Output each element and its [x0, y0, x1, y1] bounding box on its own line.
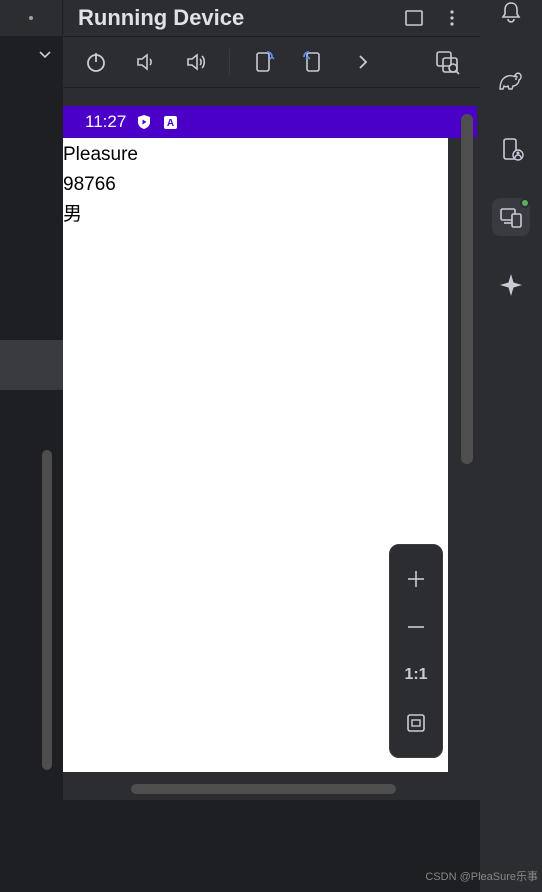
gradle-icon[interactable] — [492, 62, 530, 100]
zoom-in-button[interactable] — [399, 562, 433, 596]
keyboard-a-icon: A — [162, 114, 178, 130]
android-status-bar: 11:27 A — [63, 106, 477, 138]
zoom-panel: 1:1 — [389, 544, 443, 758]
svg-text:A: A — [167, 118, 174, 129]
shield-play-icon — [136, 114, 152, 130]
zoom-fit-button[interactable] — [399, 706, 433, 740]
volume-up-icon[interactable] — [183, 49, 209, 75]
chevron-down-icon[interactable] — [37, 46, 53, 62]
chevron-right-icon[interactable] — [350, 49, 376, 75]
device-screen: 11:27 A Pleasure 98766 男 1:1 — [63, 106, 477, 772]
running-devices-panel: Running Device — [63, 0, 480, 800]
zoom-reset-button[interactable]: 1:1 — [399, 658, 433, 692]
rotate-right-icon[interactable] — [300, 49, 326, 75]
device-h-scrollbar[interactable] — [131, 784, 396, 794]
device-toolbar — [63, 36, 480, 88]
content-line-2: 98766 — [63, 168, 448, 198]
left-scrollbar[interactable] — [42, 450, 52, 770]
right-tool-strip — [480, 0, 542, 892]
volume-down-icon[interactable] — [133, 49, 159, 75]
panel-title: Running Device — [78, 5, 389, 31]
device-v-scrollbar[interactable] — [461, 114, 473, 464]
device-manager-icon[interactable] — [492, 130, 530, 168]
status-time: 11:27 — [85, 112, 126, 132]
status-badge — [520, 198, 530, 208]
power-icon[interactable] — [83, 49, 109, 75]
more-vertical-icon[interactable] — [439, 5, 465, 31]
content-line-1: Pleasure — [63, 138, 448, 168]
zoom-out-button[interactable] — [399, 610, 433, 644]
running-devices-icon[interactable] — [492, 198, 530, 236]
window-icon[interactable] — [401, 5, 427, 31]
notifications-icon[interactable] — [492, 0, 530, 32]
device-screenshot-icon[interactable] — [434, 49, 460, 75]
content-line-3: 男 — [63, 198, 448, 228]
sparkle-icon[interactable] — [492, 266, 530, 304]
watermark: CSDN @PleaSure乐事 — [425, 868, 538, 884]
rotate-left-icon[interactable] — [250, 49, 276, 75]
